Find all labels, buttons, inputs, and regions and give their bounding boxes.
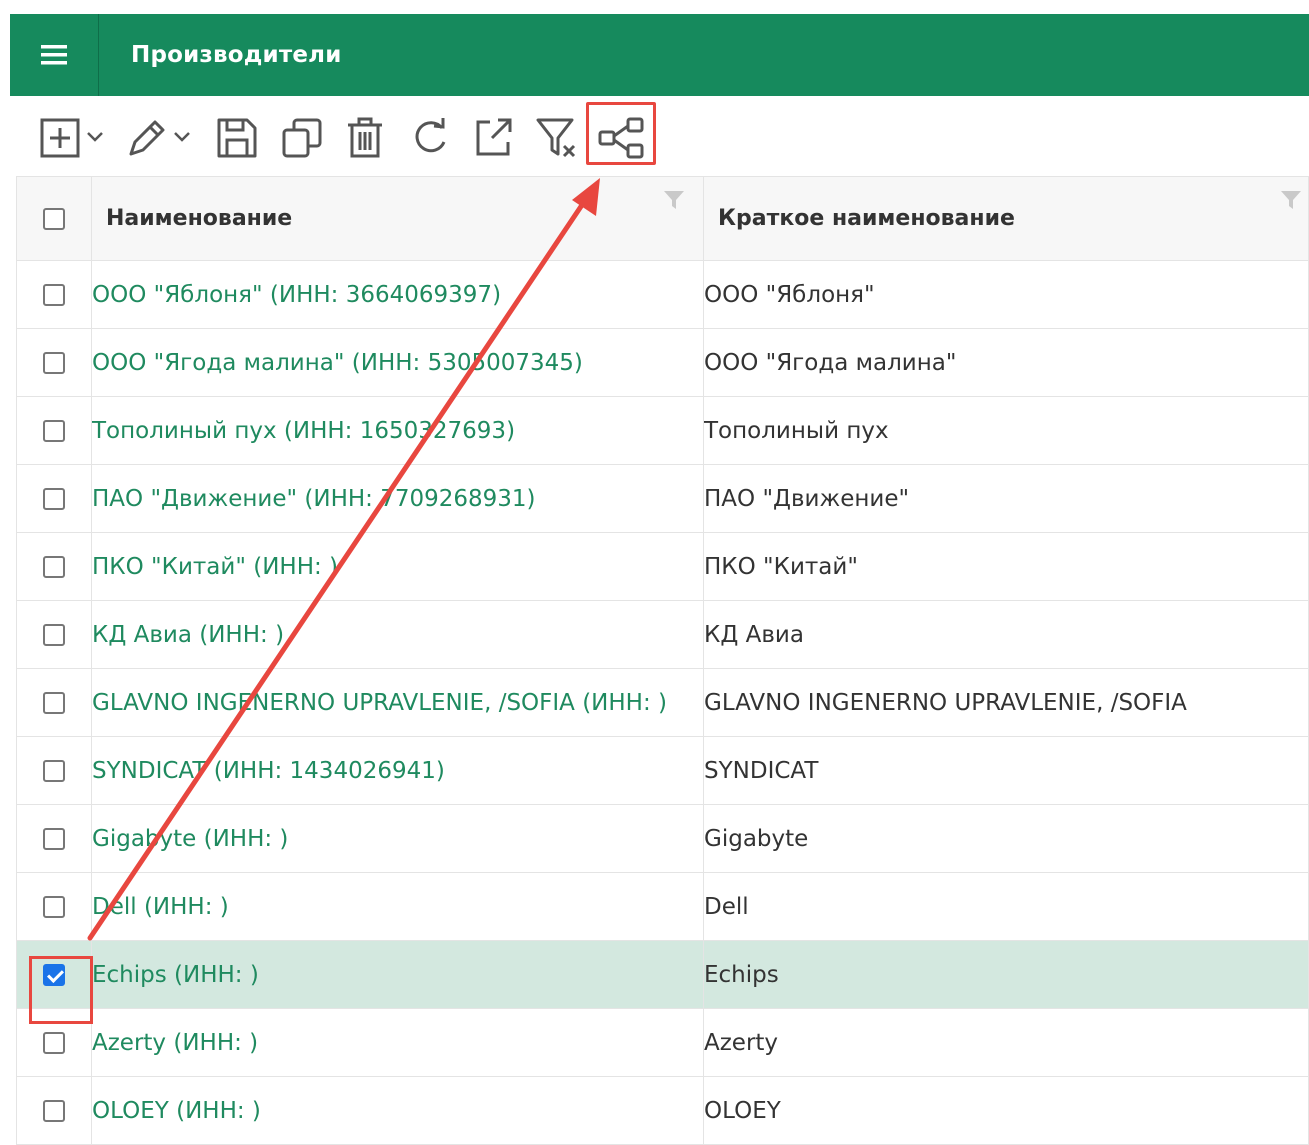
copy-button[interactable] [280, 116, 324, 160]
table-row[interactable]: Azerty (ИНН: ) Azerty [16, 1008, 1309, 1077]
page-title: Производители [131, 42, 342, 68]
row-checkbox[interactable] [43, 623, 65, 646]
row-checkbox-cell [16, 464, 92, 533]
short-name-cell: ПКО "Китай" [703, 532, 1309, 601]
table-row[interactable]: Gigabyte (ИНН: ) Gigabyte [16, 804, 1309, 873]
refresh-icon [415, 118, 446, 153]
floppy-disk-icon [217, 118, 257, 158]
short-name-cell: Gigabyte [703, 804, 1309, 873]
app-window: Производители Наименование Краткое наиме… [10, 14, 1309, 1145]
row-checkbox-cell [16, 1076, 92, 1145]
column-header-name[interactable]: Наименование [91, 176, 704, 261]
table-header-row: Наименование Краткое наименование [16, 176, 1309, 261]
column-header-label: Наименование [106, 206, 293, 231]
short-name-cell: Тополиный пух [703, 396, 1309, 465]
table-row[interactable]: Тополиный пух (ИНН: 1650327693) Тополины… [16, 396, 1309, 465]
plus-square-icon [40, 118, 103, 158]
name-link[interactable]: OLOEY (ИНН: ) [91, 1076, 704, 1145]
save-button[interactable] [215, 116, 259, 160]
short-name-cell: OLOEY [703, 1076, 1309, 1145]
row-checkbox[interactable] [43, 487, 65, 510]
select-all-checkbox[interactable] [43, 207, 65, 230]
row-checkbox[interactable] [43, 1031, 65, 1054]
checkbox-highlight [29, 956, 93, 1024]
name-link[interactable]: ООО "Яблоня" (ИНН: 3664069397) [91, 260, 704, 329]
name-link[interactable]: Azerty (ИНН: ) [91, 1008, 704, 1077]
row-checkbox-cell [16, 872, 92, 941]
row-checkbox[interactable] [43, 827, 65, 850]
row-checkbox[interactable] [43, 1099, 65, 1122]
table-row[interactable]: КД Авиа (ИНН: ) КД Авиа [16, 600, 1309, 669]
column-filter-icon[interactable] [663, 190, 685, 210]
edit-button[interactable] [125, 116, 199, 160]
table-row[interactable]: ООО "Яблоня" (ИНН: 3664069397) ООО "Ябло… [16, 260, 1309, 329]
trash-icon [348, 117, 382, 158]
row-checkbox-cell [16, 668, 92, 737]
table-row[interactable]: GLAVNO INGENERNO UPRAVLENIE, /SOFIA (ИНН… [16, 668, 1309, 737]
filter-clear-icon [536, 118, 576, 158]
row-checkbox-cell [16, 804, 92, 873]
short-name-cell: Dell [703, 872, 1309, 941]
name-link[interactable]: GLAVNO INGENERNO UPRAVLENIE, /SOFIA (ИНН… [91, 668, 704, 737]
name-link[interactable]: Тополиный пух (ИНН: 1650327693) [91, 396, 704, 465]
name-link[interactable]: ПАО "Движение" (ИНН: 7709268931) [91, 464, 704, 533]
short-name-cell: SYNDICAT [703, 736, 1309, 805]
add-button[interactable] [40, 116, 110, 160]
table-row[interactable]: ПКО "Китай" (ИНН: ) ПКО "Китай" [16, 532, 1309, 601]
table-row-selected[interactable]: Echips (ИНН: ) Echips [16, 940, 1309, 1009]
row-checkbox-cell [16, 396, 92, 465]
external-link-icon [476, 118, 512, 156]
pencil-icon [129, 120, 190, 156]
table-row[interactable]: OLOEY (ИНН: ) OLOEY [16, 1076, 1309, 1145]
name-link[interactable]: SYNDICAT (ИНН: 1434026941) [91, 736, 704, 805]
clear-filter-button[interactable] [536, 116, 580, 160]
export-button[interactable] [472, 116, 516, 160]
refresh-button[interactable] [408, 116, 452, 160]
name-link[interactable]: Echips (ИНН: ) [91, 940, 704, 1009]
row-checkbox[interactable] [43, 351, 65, 374]
row-checkbox[interactable] [43, 759, 65, 782]
name-link[interactable]: ООО "Ягода малина" (ИНН: 5305007345) [91, 328, 704, 397]
column-header-label: Краткое наименование [718, 206, 1015, 231]
delete-button[interactable] [344, 116, 388, 160]
row-checkbox-cell [16, 600, 92, 669]
row-checkbox-cell [16, 260, 92, 329]
row-checkbox[interactable] [43, 691, 65, 714]
row-checkbox-cell [16, 532, 92, 601]
short-name-cell: ПАО "Движение" [703, 464, 1309, 533]
manufacturers-table: Наименование Краткое наименование ООО "Я… [16, 176, 1309, 1145]
hamburger-icon [41, 45, 67, 65]
column-header-short-name[interactable]: Краткое наименование [703, 176, 1309, 261]
table-row[interactable]: ООО "Ягода малина" (ИНН: 5305007345) ООО… [16, 328, 1309, 397]
short-name-cell: ООО "Ягода малина" [703, 328, 1309, 397]
copy-icon [282, 118, 322, 158]
app-header: Производители [10, 14, 1309, 96]
name-link[interactable]: КД Авиа (ИНН: ) [91, 600, 704, 669]
short-name-cell: КД Авиа [703, 600, 1309, 669]
table-row[interactable]: SYNDICAT (ИНН: 1434026941) SYNDICAT [16, 736, 1309, 805]
row-checkbox-cell [16, 736, 92, 805]
row-checkbox[interactable] [43, 283, 65, 306]
short-name-cell: GLAVNO INGENERNO UPRAVLENIE, /SOFIA [703, 668, 1309, 737]
row-checkbox[interactable] [43, 895, 65, 918]
short-name-cell: ООО "Яблоня" [703, 260, 1309, 329]
table-row[interactable]: Dell (ИНН: ) Dell [16, 872, 1309, 941]
menu-button[interactable] [10, 14, 99, 96]
short-name-cell: Echips [703, 940, 1309, 1009]
row-checkbox[interactable] [43, 419, 65, 442]
table-row[interactable]: ПАО "Движение" (ИНН: 7709268931) ПАО "Дв… [16, 464, 1309, 533]
row-checkbox-cell [16, 328, 92, 397]
column-filter-icon[interactable] [1280, 190, 1302, 210]
name-link[interactable]: Gigabyte (ИНН: ) [91, 804, 704, 873]
relations-button-highlight [586, 102, 656, 165]
name-link[interactable]: Dell (ИНН: ) [91, 872, 704, 941]
row-checkbox[interactable] [43, 555, 65, 578]
name-link[interactable]: ПКО "Китай" (ИНН: ) [91, 532, 704, 601]
short-name-cell: Azerty [703, 1008, 1309, 1077]
toolbar [10, 96, 1309, 186]
select-all-cell [16, 176, 92, 261]
